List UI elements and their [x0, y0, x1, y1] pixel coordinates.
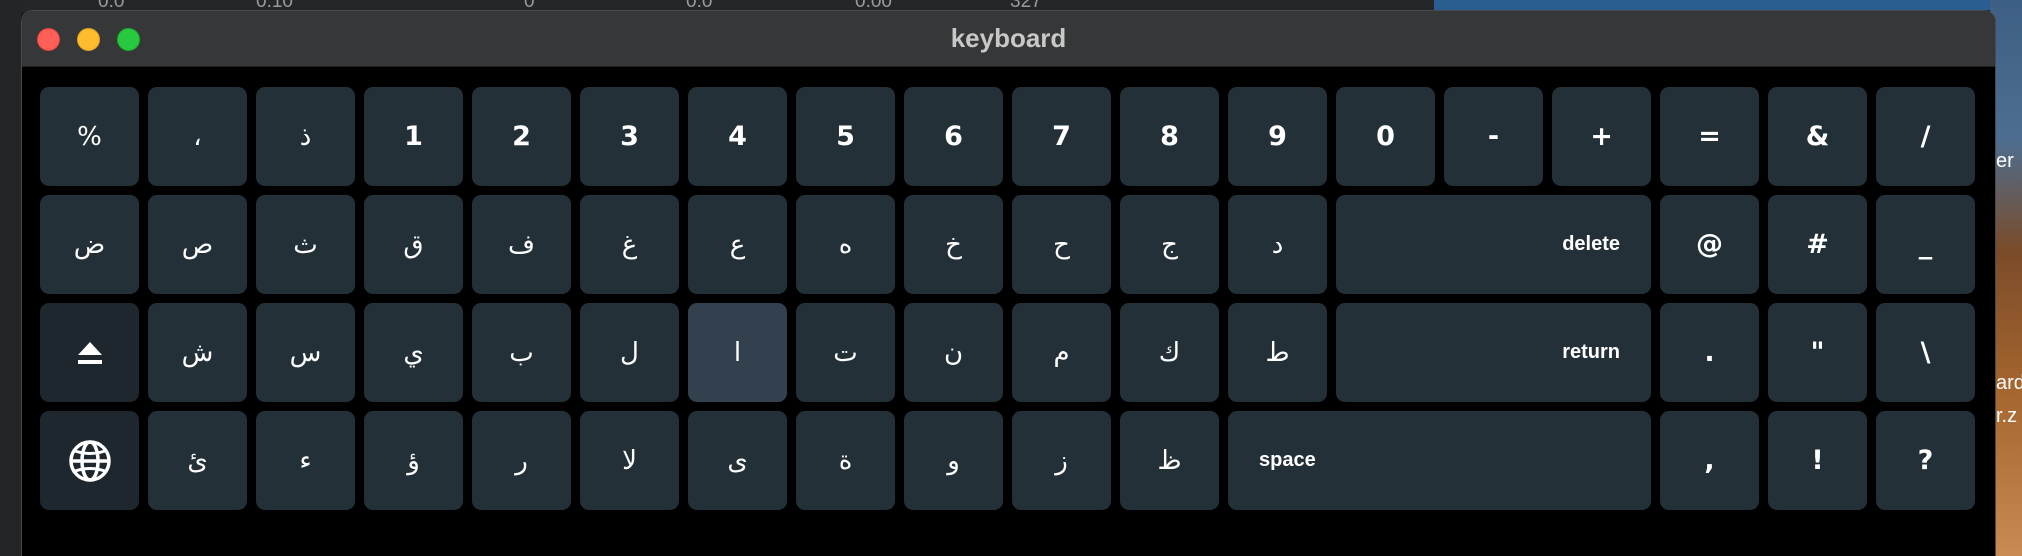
globe-key[interactable] — [40, 411, 139, 510]
background-numbers: 0.0 0.10 0 0.0 0.00 327 — [0, 0, 1440, 12]
background-desktop-strip — [1434, 0, 1990, 10]
key-ha[interactable]: ه — [796, 195, 895, 294]
key-sheen[interactable]: ش — [148, 303, 247, 402]
key-minus[interactable]: - — [1444, 87, 1543, 186]
key-underscore[interactable]: _ — [1876, 195, 1975, 294]
background-left-edge — [0, 0, 21, 556]
key-at[interactable]: @ — [1660, 195, 1759, 294]
background-text: er — [1996, 150, 2014, 172]
key-hah[interactable]: ح — [1012, 195, 1111, 294]
keyboard-window: keyboard % ، ذ 1 2 3 4 5 6 7 8 9 0 - + =… — [21, 10, 1996, 556]
shift-icon — [77, 341, 102, 364]
key-dal[interactable]: د — [1228, 195, 1327, 294]
key-1[interactable]: 1 — [364, 87, 463, 186]
key-ta-marbuta[interactable]: ة — [796, 411, 895, 510]
key-period[interactable]: . — [1660, 303, 1759, 402]
key-waw-hamza[interactable]: ؤ — [364, 411, 463, 510]
key-fa[interactable]: ف — [472, 195, 571, 294]
key-ya[interactable]: ي — [364, 303, 463, 402]
key-hamza[interactable]: ء — [256, 411, 355, 510]
key-ya-hamza[interactable]: ئ — [148, 411, 247, 510]
key-sad[interactable]: ص — [148, 195, 247, 294]
key-ain[interactable]: ع — [688, 195, 787, 294]
key-kha[interactable]: خ — [904, 195, 1003, 294]
key-ghain[interactable]: غ — [580, 195, 679, 294]
key-ba[interactable]: ب — [472, 303, 571, 402]
key-backslash[interactable]: \ — [1876, 303, 1975, 402]
key-hash[interactable]: # — [1768, 195, 1867, 294]
key-waw[interactable]: و — [904, 411, 1003, 510]
key-slash[interactable]: / — [1876, 87, 1975, 186]
keyboard: % ، ذ 1 2 3 4 5 6 7 8 9 0 - + = & / ض ص … — [22, 67, 1995, 556]
key-arabic-comma[interactable]: ، — [148, 87, 247, 186]
key-alef-maqsura[interactable]: ى — [688, 411, 787, 510]
shift-key[interactable] — [40, 303, 139, 402]
key-tah[interactable]: ط — [1228, 303, 1327, 402]
key-lam[interactable]: ل — [580, 303, 679, 402]
key-0[interactable]: 0 — [1336, 87, 1435, 186]
key-2[interactable]: 2 — [472, 87, 571, 186]
key-plus[interactable]: + — [1552, 87, 1651, 186]
key-percent[interactable]: % — [40, 87, 139, 186]
window-title: keyboard — [950, 23, 1067, 53]
key-ra[interactable]: ر — [472, 411, 571, 510]
key-lam-alef[interactable]: لا — [580, 411, 679, 510]
globe-icon — [68, 439, 111, 482]
key-equals[interactable]: = — [1660, 87, 1759, 186]
key-alef[interactable]: ا — [688, 303, 787, 402]
key-thal[interactable]: ذ — [256, 87, 355, 186]
key-3[interactable]: 3 — [580, 87, 679, 186]
key-seen[interactable]: س — [256, 303, 355, 402]
background-text: r.z — [1996, 405, 2018, 427]
delete-key[interactable]: delete — [1336, 195, 1651, 294]
key-9[interactable]: 9 — [1228, 87, 1327, 186]
return-key[interactable]: return — [1336, 303, 1651, 402]
key-meem[interactable]: م — [1012, 303, 1111, 402]
background-text: ard — [1996, 372, 2022, 394]
key-qaf[interactable]: ق — [364, 195, 463, 294]
key-zah[interactable]: ظ — [1120, 411, 1219, 510]
space-key[interactable]: space — [1228, 411, 1651, 510]
key-comma[interactable]: , — [1660, 411, 1759, 510]
key-question[interactable]: ? — [1876, 411, 1975, 510]
key-ta[interactable]: ت — [796, 303, 895, 402]
key-dad[interactable]: ض — [40, 195, 139, 294]
key-kaf[interactable]: ك — [1120, 303, 1219, 402]
key-tha[interactable]: ث — [256, 195, 355, 294]
key-ampersand[interactable]: & — [1768, 87, 1867, 186]
key-jeem[interactable]: ج — [1120, 195, 1219, 294]
key-exclamation[interactable]: ! — [1768, 411, 1867, 510]
key-4[interactable]: 4 — [688, 87, 787, 186]
key-5[interactable]: 5 — [796, 87, 895, 186]
key-quote[interactable]: " — [1768, 303, 1867, 402]
title-bar[interactable]: keyboard — [22, 11, 1995, 67]
key-noon[interactable]: ن — [904, 303, 1003, 402]
key-8[interactable]: 8 — [1120, 87, 1219, 186]
key-zain[interactable]: ز — [1012, 411, 1111, 510]
key-7[interactable]: 7 — [1012, 87, 1111, 186]
key-6[interactable]: 6 — [904, 87, 1003, 186]
